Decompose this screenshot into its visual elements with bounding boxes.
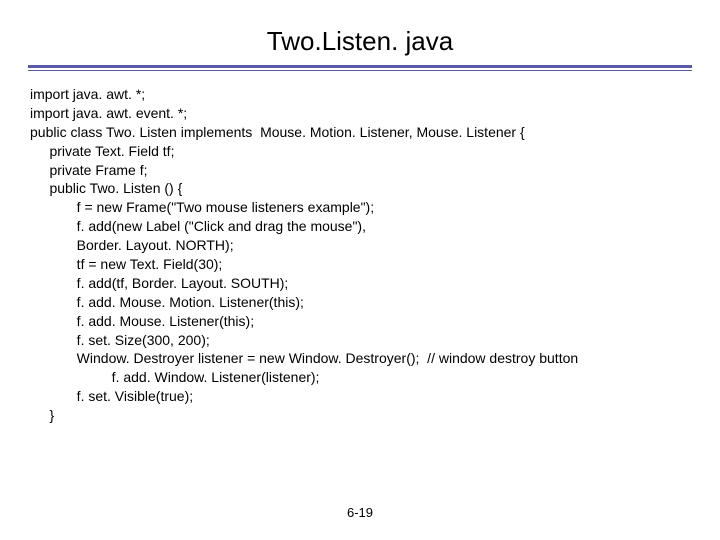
code-block: import java. awt. *; import java. awt. e… [0, 71, 720, 425]
rule-thin [28, 70, 692, 71]
slide: Two.Listen. java import java. awt. *; im… [0, 0, 720, 540]
title-underline [28, 65, 692, 71]
slide-title: Two.Listen. java [0, 0, 720, 65]
rule-thick [28, 65, 692, 68]
page-number: 6-19 [0, 505, 720, 520]
